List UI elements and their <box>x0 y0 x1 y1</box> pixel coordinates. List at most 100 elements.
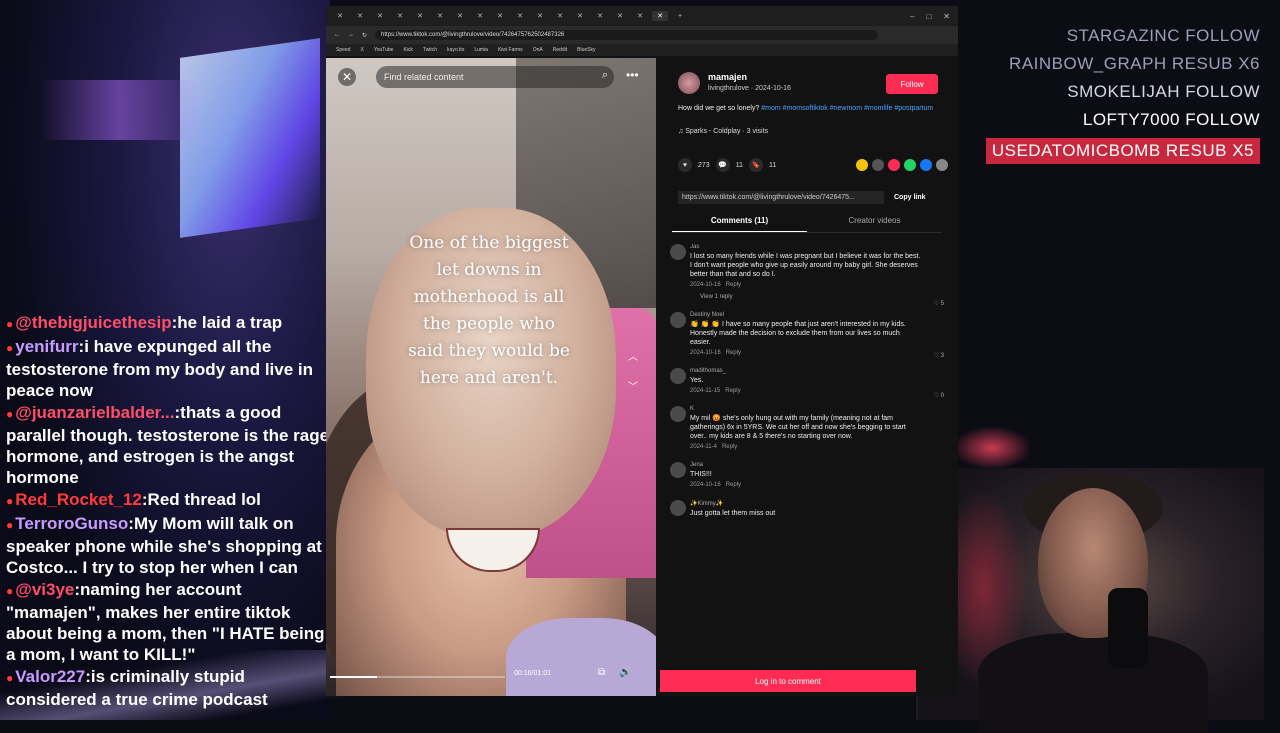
panel-tabs: Comments (11) Creator videos <box>672 216 942 233</box>
volume-icon[interactable]: 🔊 <box>619 667 631 678</box>
send-icon[interactable] <box>888 159 900 171</box>
chat-message: ● @thebigjuicethesip:he laid a trap <box>6 313 283 332</box>
share-arrow-icon[interactable] <box>936 159 948 171</box>
avatar[interactable] <box>670 500 686 516</box>
facebook-icon[interactable] <box>920 159 932 171</box>
maximize-icon[interactable]: □ <box>926 12 931 21</box>
browser-tab[interactable]: ✕ <box>592 11 608 21</box>
avatar[interactable] <box>670 368 686 384</box>
reply-button[interactable]: Reply <box>725 388 740 394</box>
browser-tab[interactable]: ✕ <box>512 11 528 21</box>
alert-row: STARGAZINC FOLLOW <box>1066 26 1260 45</box>
bookmark[interactable]: BlueSky <box>577 47 595 53</box>
avatar[interactable] <box>670 406 686 422</box>
new-tab-button[interactable]: + <box>672 11 688 21</box>
glitch-effect <box>40 80 200 140</box>
glitch-effect <box>180 38 320 238</box>
browser-tab[interactable]: ✕ <box>452 11 468 21</box>
reply-button[interactable]: Reply <box>726 282 741 288</box>
browser-tab[interactable]: ✕ <box>572 11 588 21</box>
video-player[interactable]: One of the biggest let downs in motherho… <box>326 58 656 696</box>
comment-like[interactable]: ♡ 5 <box>934 300 944 307</box>
heart-icon[interactable]: ♥ <box>678 158 692 172</box>
reply-button[interactable]: Reply <box>722 444 737 450</box>
avatar[interactable] <box>670 462 686 478</box>
bookmark[interactable]: kayo.tts <box>447 47 464 53</box>
close-window-icon[interactable]: ✕ <box>943 12 950 21</box>
author-name[interactable]: mamajen <box>708 72 791 82</box>
forward-icon[interactable]: → <box>348 32 354 38</box>
alert-row-highlight: USEDATOMICBOMB RESUB X5 <box>985 138 1260 164</box>
bookmark[interactable]: Reddit <box>553 47 567 53</box>
bookmark[interactable]: Kiwi Farms <box>498 47 523 53</box>
tab-creator-videos[interactable]: Creator videos <box>807 216 942 232</box>
reply-button[interactable]: Reply <box>726 482 741 488</box>
url-field[interactable]: https://www.tiktok.com/@livingthrulove/v… <box>375 30 878 40</box>
comment-item: madithomas_ Yes. 2024-11-15 Reply ♡ 0 <box>670 368 948 399</box>
browser-tab[interactable]: ✕ <box>392 11 408 21</box>
browser-tab[interactable]: ✕ <box>492 11 508 21</box>
browser-tab[interactable]: ✕ <box>332 11 348 21</box>
microphone <box>1108 588 1148 668</box>
hashtags[interactable]: #mom #momsoftiktok #newmom #momlife #pos… <box>761 105 933 112</box>
bookmark-icon[interactable]: 🔖 <box>748 158 763 172</box>
music-info[interactable]: ♫ Sparks - Coldplay · 3 visits <box>678 128 768 135</box>
copy-link-button[interactable]: Copy link <box>894 194 926 201</box>
next-video-icon[interactable]: ﹀ <box>626 373 640 403</box>
avatar[interactable] <box>678 72 700 94</box>
pip-icon[interactable]: ⧉ <box>598 667 605 678</box>
overlay-glyph <box>952 426 1032 470</box>
browser-tab[interactable]: ✕ <box>432 11 448 21</box>
engagement-stats: ♥ 273 💬 11 🔖 11 <box>678 158 948 172</box>
bookmark[interactable]: X <box>360 47 363 53</box>
browser-tab[interactable]: ✕ <box>532 11 548 21</box>
embed-icon[interactable] <box>872 159 884 171</box>
bookmark[interactable]: Twitch <box>423 47 437 53</box>
bookmark[interactable]: OnA <box>533 47 543 53</box>
minimize-icon[interactable]: – <box>910 12 914 21</box>
bookmarks-bar: Speed X YouTube Kick Twitch kayo.tts Lum… <box>326 44 958 56</box>
bookmark[interactable]: Kick <box>403 47 412 53</box>
comment-item: Destiny Noel 👏 👏 👏 I have so many people… <box>670 312 948 359</box>
close-icon[interactable]: ✕ <box>338 68 356 86</box>
stream-chat: ● @thebigjuicethesip:he laid a trap ● yeni… <box>6 312 336 711</box>
browser-tab[interactable]: ✕ <box>472 11 488 21</box>
previous-video-icon[interactable]: ︿ <box>626 343 640 373</box>
comment-icon[interactable]: 💬 <box>715 158 730 172</box>
repost-icon[interactable] <box>856 159 868 171</box>
login-to-comment-button[interactable]: Log in to comment <box>660 670 916 692</box>
video-progress-bar[interactable] <box>330 676 505 678</box>
post-link[interactable]: https://www.tiktok.com/@livingthrulove/v… <box>678 190 884 204</box>
browser-tab[interactable]: ✕ <box>372 11 388 21</box>
bookmark[interactable]: YouTube <box>374 47 394 53</box>
post-details-panel: mamajen livingthrulove · 2024-10-16 Foll… <box>658 58 958 696</box>
back-icon[interactable]: ← <box>334 32 340 38</box>
reload-icon[interactable]: ↻ <box>362 32 367 39</box>
browser-tab[interactable]: ✕ <box>612 11 628 21</box>
avatar[interactable] <box>670 312 686 328</box>
comments-list: Jas I lost so many friends while I was p… <box>670 244 948 654</box>
whatsapp-icon[interactable] <box>904 159 916 171</box>
bookmark[interactable]: Lumia <box>474 47 488 53</box>
reply-button[interactable]: Reply <box>726 350 741 356</box>
browser-tab[interactable]: ✕ <box>352 11 368 21</box>
tab-comments[interactable]: Comments (11) <box>672 216 807 232</box>
webcam-feed <box>916 468 1264 733</box>
browser-tab-active[interactable]: ✕ <box>652 11 668 21</box>
search-icon[interactable]: ⌕ <box>602 69 608 82</box>
browser-tab[interactable]: ✕ <box>412 11 428 21</box>
follow-button[interactable]: Follow <box>886 74 938 94</box>
avatar[interactable] <box>670 244 686 260</box>
chat-message: ● TerroroGunso:My Mom will talk on speake… <box>6 514 322 577</box>
browser-tab[interactable]: ✕ <box>632 11 648 21</box>
comment-like[interactable]: ♡ 0 <box>934 392 944 399</box>
bookmark[interactable]: Speed <box>336 47 350 53</box>
comment-item: Jena THIS!!! 2024-10-16 Reply <box>670 462 948 488</box>
related-search-input[interactable]: Find related content ⌕ <box>376 66 614 88</box>
post-description: How did we get so lonely? #mom #momsofti… <box>678 105 934 112</box>
view-replies-button[interactable]: View 1 reply <box>690 294 922 300</box>
alert-row: SMOKELIJAH FOLLOW <box>1067 82 1260 101</box>
comment-like[interactable]: ♡ 3 <box>934 352 944 359</box>
more-options-icon[interactable]: ••• <box>626 68 639 82</box>
browser-tab[interactable]: ✕ <box>552 11 568 21</box>
